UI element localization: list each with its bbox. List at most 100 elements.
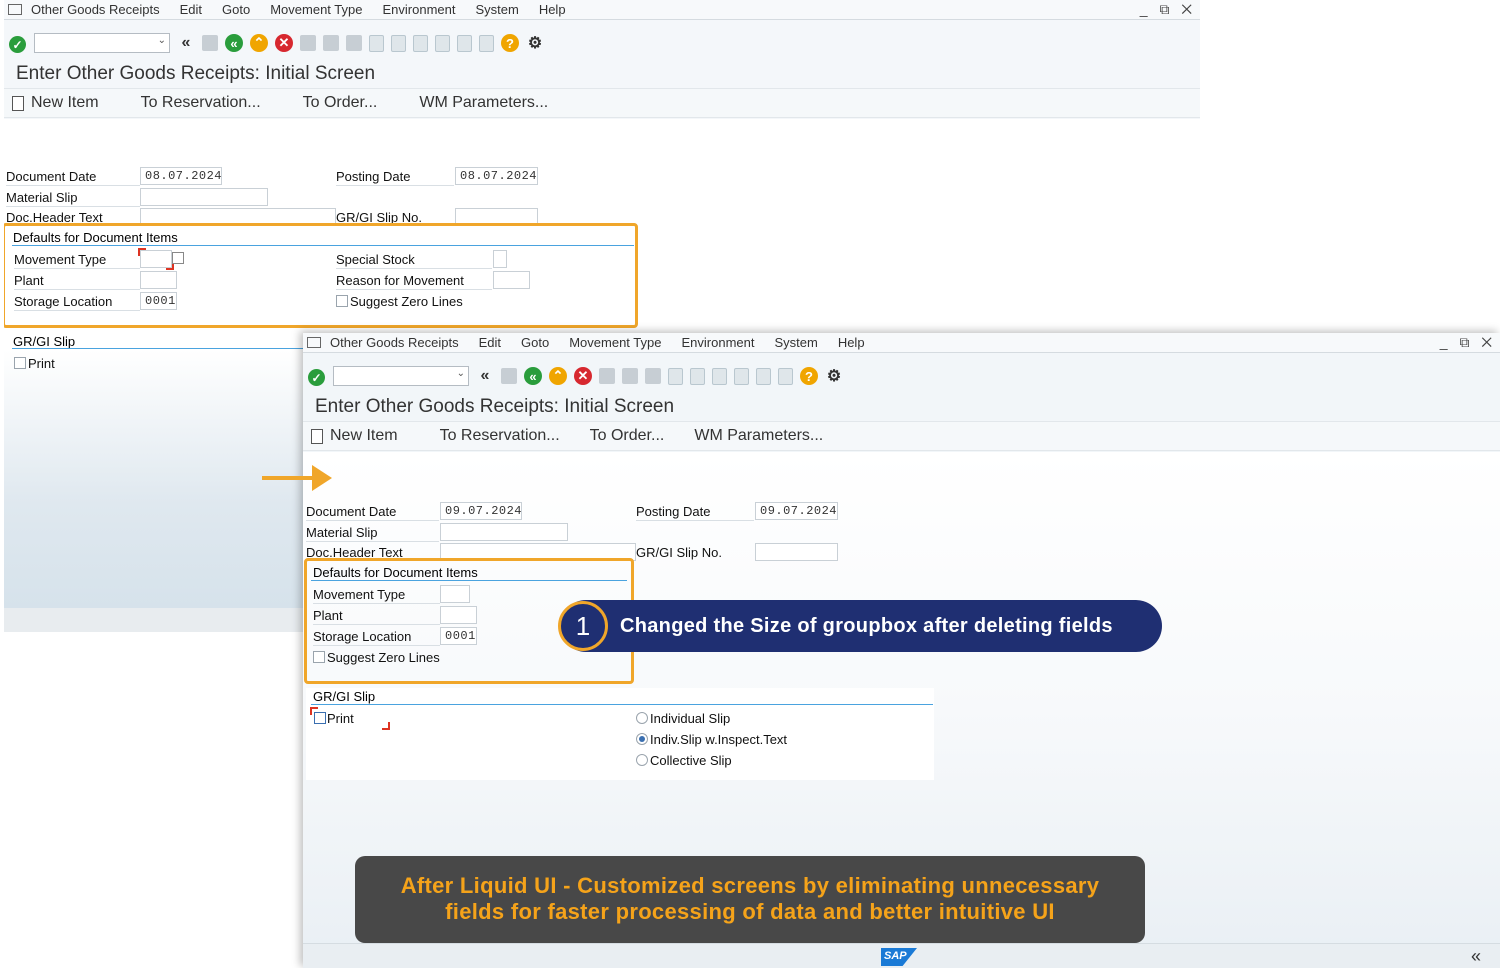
collective-slip-radio[interactable] <box>636 754 648 766</box>
last-page-icon[interactable] <box>734 367 749 385</box>
menu-edit[interactable]: Edit <box>180 2 202 17</box>
exit-icon[interactable]: ⌃ <box>549 367 567 385</box>
menu-help[interactable]: Help <box>539 2 566 17</box>
posting-date-label: Posting Date <box>636 504 711 519</box>
new-item-button[interactable]: New Item <box>311 427 398 445</box>
menu-goto[interactable]: Goto <box>222 2 250 17</box>
find-next-icon[interactable] <box>645 368 661 384</box>
command-field[interactable]: ⌄ <box>34 33 170 53</box>
find-next-icon[interactable] <box>346 35 362 51</box>
menu-goto[interactable]: Goto <box>521 335 549 350</box>
label-underline <box>336 185 454 186</box>
find-icon[interactable] <box>622 368 638 384</box>
window-controls[interactable]: _ ⧉ ✕ <box>1440 334 1496 351</box>
to-order-button[interactable]: To Order... <box>590 427 665 445</box>
new-item-button[interactable]: New Item <box>12 94 99 112</box>
cancel-icon[interactable]: ✕ <box>275 34 293 52</box>
double-chevron-left-icon[interactable]: « <box>177 34 195 52</box>
posting-date-field[interactable]: 09.07.2024 <box>755 502 838 520</box>
double-chevron-left-icon[interactable]: « <box>1471 946 1481 967</box>
menu-movement-type[interactable]: Movement Type <box>270 2 362 17</box>
material-slip-field[interactable] <box>440 523 568 541</box>
document-date-label: Document Date <box>306 504 397 519</box>
back-icon[interactable]: « <box>225 34 243 52</box>
print-icon[interactable] <box>599 368 615 384</box>
posting-date-label: Posting Date <box>336 169 411 184</box>
menu-app-icon[interactable] <box>307 337 321 348</box>
indiv-slip-inspect-radio[interactable] <box>636 733 648 745</box>
command-field[interactable]: ⌄ <box>333 366 469 386</box>
document-date-field[interactable]: 08.07.2024 <box>140 167 222 185</box>
double-chevron-left-icon[interactable]: « <box>476 367 494 385</box>
individual-slip-radio[interactable] <box>636 712 648 724</box>
print-icon[interactable] <box>300 35 316 51</box>
help-icon[interactable]: ? <box>800 367 818 385</box>
info-banner: After Liquid UI - Customized screens by … <box>355 856 1145 943</box>
next-page-icon[interactable] <box>712 367 727 385</box>
callout-bubble: Changed the Size of groupbox after delet… <box>560 600 1162 652</box>
find-icon[interactable] <box>323 35 339 51</box>
save-icon[interactable] <box>202 35 218 51</box>
first-page-icon[interactable] <box>668 367 683 385</box>
label-underline <box>306 541 439 542</box>
back-icon[interactable]: « <box>524 367 542 385</box>
to-reservation-button[interactable]: To Reservation... <box>141 94 261 112</box>
page-title: Enter Other Goods Receipts: Initial Scre… <box>16 63 376 84</box>
document-date-field[interactable]: 09.07.2024 <box>440 502 522 520</box>
chevron-down-icon[interactable]: ⌄ <box>457 368 465 379</box>
menu-app-icon[interactable] <box>8 4 22 15</box>
label-underline <box>6 206 140 207</box>
gr-gi-slip-no-field[interactable] <box>755 543 838 561</box>
label-underline <box>306 520 439 521</box>
create-session-icon[interactable] <box>756 367 771 385</box>
last-page-icon[interactable] <box>435 34 450 52</box>
print-checkbox[interactable] <box>14 357 26 369</box>
collective-slip-label: Collective Slip <box>650 753 732 768</box>
chevron-down-icon[interactable]: ⌄ <box>158 35 166 46</box>
gr-gi-slip-groupbox-title: GR/GI Slip <box>13 334 76 349</box>
application-toolbar: New Item To Reservation... To Order... W… <box>4 88 1200 118</box>
posting-date-field[interactable]: 08.07.2024 <box>455 167 538 185</box>
shortcut-icon[interactable] <box>479 34 494 52</box>
menu-app[interactable]: Other Goods Receipts <box>31 2 160 17</box>
page-title: Enter Other Goods Receipts: Initial Scre… <box>315 396 675 417</box>
create-session-icon[interactable] <box>457 34 472 52</box>
wm-parameters-button[interactable]: WM Parameters... <box>694 427 823 445</box>
next-page-icon[interactable] <box>413 34 428 52</box>
first-page-icon[interactable] <box>369 34 384 52</box>
gear-icon[interactable]: ⚙ <box>825 367 843 385</box>
menu-bar: Other Goods Receipts Edit Goto Movement … <box>303 333 1500 353</box>
window-controls[interactable]: _ ⧉ ✕ <box>1140 1 1196 18</box>
exit-icon[interactable]: ⌃ <box>250 34 268 52</box>
previous-page-icon[interactable] <box>690 367 705 385</box>
gr-gi-slip-groupbox-title: GR/GI Slip <box>313 689 376 704</box>
document-date-label: Document Date <box>6 169 97 184</box>
menu-system[interactable]: System <box>475 2 518 17</box>
previous-page-icon[interactable] <box>391 34 406 52</box>
material-slip-label: Material Slip <box>6 190 78 205</box>
document-icon <box>311 428 323 444</box>
callout-number: 1 <box>558 601 608 651</box>
menu-app[interactable]: Other Goods Receipts <box>330 335 459 350</box>
menu-edit[interactable]: Edit <box>479 335 501 350</box>
menu-bar: Other Goods Receipts Edit Goto Movement … <box>4 0 1200 20</box>
focus-corner <box>310 707 318 715</box>
menu-movement-type[interactable]: Movement Type <box>569 335 661 350</box>
material-slip-field[interactable] <box>140 188 268 206</box>
gear-icon[interactable]: ⚙ <box>526 34 544 52</box>
system-toolbar: ⌄ « « ⌃ ✕ ? ⚙ <box>303 361 1500 391</box>
to-reservation-button[interactable]: To Reservation... <box>440 427 560 445</box>
menu-system[interactable]: System <box>774 335 817 350</box>
menu-environment[interactable]: Environment <box>382 2 455 17</box>
print-label: Print <box>28 356 55 371</box>
application-toolbar: New Item To Reservation... To Order... W… <box>303 421 1500 451</box>
help-icon[interactable]: ? <box>501 34 519 52</box>
menu-environment[interactable]: Environment <box>681 335 754 350</box>
save-icon[interactable] <box>501 368 517 384</box>
shortcut-icon[interactable] <box>778 367 793 385</box>
to-order-button[interactable]: To Order... <box>303 94 378 112</box>
cancel-icon[interactable]: ✕ <box>574 367 592 385</box>
banner-line-2: fields for faster processing of data and… <box>445 899 1055 924</box>
menu-help[interactable]: Help <box>838 335 865 350</box>
wm-parameters-button[interactable]: WM Parameters... <box>419 94 548 112</box>
